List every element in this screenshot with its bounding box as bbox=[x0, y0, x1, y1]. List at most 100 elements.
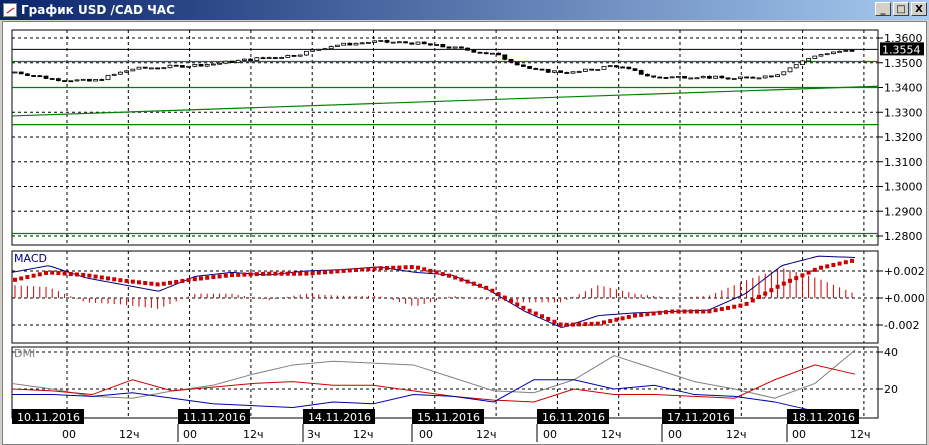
macd-signal-dot bbox=[688, 309, 693, 314]
candle-body bbox=[74, 79, 80, 82]
candle-body bbox=[496, 52, 502, 56]
macd-signal-dot bbox=[174, 279, 179, 284]
candle-body bbox=[297, 54, 303, 57]
macd-signal-dot bbox=[143, 281, 148, 286]
candle-body bbox=[403, 41, 409, 44]
candle-body bbox=[589, 68, 594, 71]
macd-signal-dot bbox=[788, 278, 792, 283]
candle-body bbox=[136, 66, 142, 70]
candle-body bbox=[285, 55, 291, 58]
macd-signal-dot bbox=[354, 267, 358, 272]
macd-signal-dot bbox=[540, 314, 544, 319]
candle-body bbox=[173, 64, 179, 67]
candle-body bbox=[787, 67, 793, 73]
candle-body bbox=[421, 41, 427, 45]
macd-signal-dot bbox=[25, 275, 30, 280]
candle-body bbox=[676, 75, 681, 78]
macd-signal-dot bbox=[261, 271, 265, 276]
hour-label: 12ч bbox=[726, 428, 747, 441]
macd-signal-dot bbox=[186, 278, 191, 283]
candle-body bbox=[576, 71, 582, 73]
candle-body bbox=[68, 80, 74, 83]
macd-signal-dot bbox=[211, 275, 216, 280]
candle-body bbox=[130, 68, 136, 72]
candle-body bbox=[707, 75, 712, 79]
macd-signal-dot bbox=[781, 281, 786, 286]
candle-body bbox=[731, 78, 737, 80]
macd-signal-dot bbox=[329, 269, 334, 274]
candle-body bbox=[595, 68, 601, 71]
candle-body bbox=[688, 77, 694, 80]
candle-body bbox=[118, 71, 123, 75]
candle-body bbox=[248, 58, 254, 61]
macd-signal-dot bbox=[837, 261, 842, 266]
macd-signal-dot bbox=[360, 267, 365, 272]
candle-body bbox=[657, 76, 663, 79]
candle-body bbox=[837, 50, 842, 53]
candle-body bbox=[713, 75, 718, 79]
candle-body bbox=[347, 42, 353, 46]
chart-canvas[interactable]: 1.36001.35001.34001.33001.32001.31001.30… bbox=[0, 0, 929, 445]
candle-body bbox=[626, 66, 632, 70]
macd-signal-dot bbox=[695, 309, 699, 314]
candle-body bbox=[334, 44, 340, 47]
price-tick-label: 1.3000 bbox=[884, 181, 923, 194]
candle-body bbox=[818, 54, 824, 57]
candle-body bbox=[18, 71, 24, 75]
macd-tick-label: -0.002 bbox=[884, 319, 919, 332]
candle-body bbox=[415, 41, 421, 45]
candle-body bbox=[831, 51, 836, 55]
hour-label: 12ч bbox=[243, 428, 264, 441]
hour-label: 00 bbox=[543, 428, 557, 441]
candle-body bbox=[192, 63, 198, 67]
macd-signal-dot bbox=[310, 271, 315, 276]
hour-label: 00 bbox=[419, 428, 433, 441]
price-tick-label: 1.3400 bbox=[884, 82, 923, 95]
candle-body bbox=[446, 46, 452, 49]
candle-body bbox=[750, 76, 756, 79]
macd-signal-dot bbox=[50, 270, 55, 275]
macd-signal-dot bbox=[732, 304, 737, 309]
macd-signal-dot bbox=[223, 273, 228, 278]
macd-signal-dot bbox=[738, 303, 743, 308]
candle-body bbox=[359, 42, 365, 45]
hour-label: 12ч bbox=[601, 428, 622, 441]
macd-signal-dot bbox=[335, 269, 340, 274]
macd-signal-dot bbox=[447, 273, 451, 278]
dmi-tick-label: 40 bbox=[884, 346, 898, 359]
macd-signal-dot bbox=[37, 272, 42, 277]
macd-signal-dot bbox=[99, 275, 104, 280]
macd-signal-dot bbox=[292, 271, 296, 276]
candle-body bbox=[322, 48, 328, 51]
macd-signal-dot bbox=[149, 281, 154, 286]
candle-body bbox=[545, 68, 551, 73]
macd-signal-dot bbox=[124, 278, 129, 283]
macd-signal-dot bbox=[137, 280, 141, 285]
macd-signal-dot bbox=[719, 307, 724, 312]
candle-body bbox=[24, 73, 30, 76]
candle-body bbox=[56, 78, 61, 81]
price-tick-label: 1.2900 bbox=[884, 205, 923, 218]
candle-body bbox=[756, 77, 762, 80]
macd-signal-dot bbox=[56, 271, 61, 276]
hour-label: 00 bbox=[792, 428, 806, 441]
hour-label: 12ч bbox=[476, 428, 497, 441]
candle-body bbox=[738, 76, 743, 79]
candle-body bbox=[824, 53, 830, 56]
candle-body bbox=[427, 43, 433, 46]
candle-body bbox=[781, 71, 787, 76]
macd-signal-dot bbox=[626, 314, 631, 319]
macd-signal-dot bbox=[385, 265, 389, 270]
candle-body bbox=[775, 74, 780, 78]
macd-signal-dot bbox=[254, 272, 259, 277]
macd-signal-dot bbox=[651, 311, 656, 316]
macd-signal-dot bbox=[608, 319, 613, 324]
macd-signal-dot bbox=[453, 275, 458, 280]
candle-body bbox=[93, 79, 98, 82]
candle-body bbox=[452, 46, 458, 49]
candle-body bbox=[365, 42, 371, 44]
macd-signal-dot bbox=[471, 281, 476, 286]
candle-body bbox=[465, 47, 471, 51]
candle-body bbox=[682, 75, 687, 79]
candle-body bbox=[87, 78, 92, 82]
